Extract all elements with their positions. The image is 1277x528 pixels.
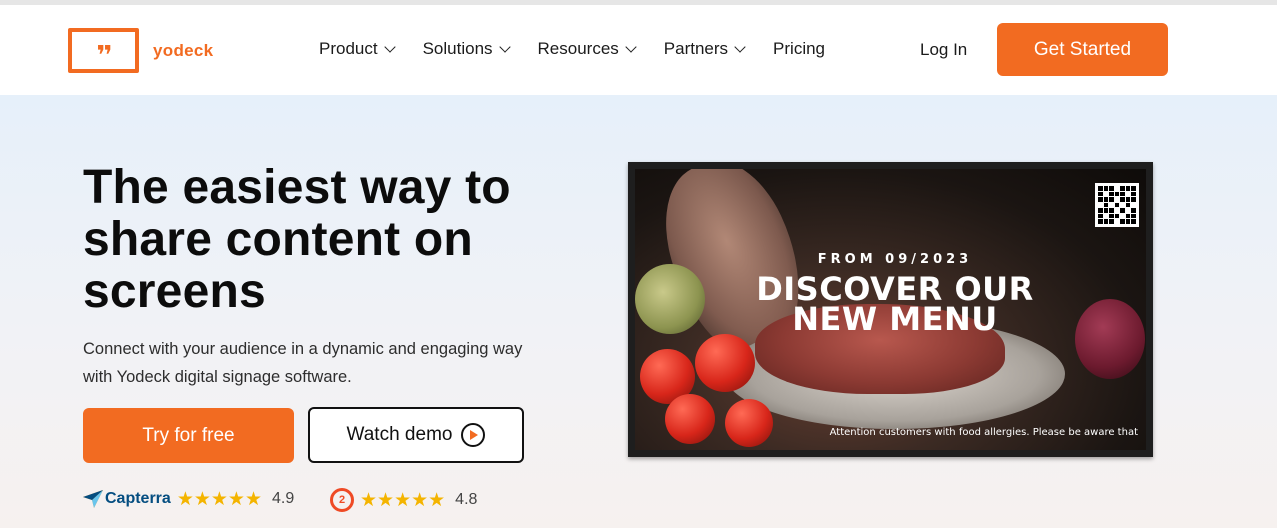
watch-demo-label: Watch demo [346,424,453,445]
menu-promo-image: FROM 09/2023 DISCOVER OUR NEW MENU Atten… [635,169,1146,450]
qr-code-icon [1095,183,1139,227]
yodeck-logo[interactable]: ❜❜ yodeck [68,28,213,73]
chevron-down-icon [625,40,637,53]
nav-item-label: Product [319,39,378,58]
chevron-down-icon [498,40,511,53]
nav-item-product[interactable]: Product [319,39,396,59]
main-nav: Product Solutions Resources Partners Pri… [319,39,854,59]
capterra-logo-icon [83,490,103,508]
g2-logo-icon: 2 [330,488,354,512]
watch-demo-button[interactable]: Watch demo [308,407,524,463]
hero-headline: The easiest way to share content on scre… [83,161,511,318]
nav-item-label: Solutions [422,39,493,58]
rating-stars: ★★★★★ [360,489,446,511]
get-started-button[interactable]: Get Started [997,23,1168,76]
nav-item-resources[interactable]: Resources [537,39,637,59]
chevron-down-icon [383,40,396,53]
quote-icon: ❜❜ [68,28,139,73]
promo-ticker: Attention customers with food allergies.… [829,427,1138,438]
login-link[interactable]: Log In [920,40,967,60]
signage-preview-screen: FROM 09/2023 DISCOVER OUR NEW MENU Atten… [628,162,1153,457]
try-for-free-button[interactable]: Try for free [83,408,294,463]
rating-score: 4.8 [455,491,478,508]
hero-subtitle: Connect with your audience in a dynamic … [83,340,523,386]
nav-item-solutions[interactable]: Solutions [422,39,511,59]
promo-title-line2: NEW MENU [792,300,998,338]
tomato-shape [695,334,755,392]
capterra-rating[interactable]: Capterra ★★★★★ 4.9 [83,488,294,510]
promo-date: FROM 09/2023 [817,252,973,267]
nav-item-partners[interactable]: Partners [663,39,746,59]
promo-title: DISCOVER OUR NEW MENU [635,273,1146,338]
chevron-down-icon [734,40,746,53]
logo-text: yodeck [153,40,214,60]
rating-stars: ★★★★★ [176,488,262,510]
site-header: ❜❜ yodeck Product Solutions Resources Pa… [0,5,1277,95]
nav-item-label: Partners [663,39,729,58]
rating-score: 4.9 [271,490,295,507]
nav-item-pricing[interactable]: Pricing [773,39,825,59]
play-icon [461,423,486,447]
capterra-label: Capterra [105,490,171,507]
tomato-shape [725,399,773,447]
g2-rating[interactable]: 2 ★★★★★ 4.8 [330,488,477,512]
nav-item-label: Resources [537,39,619,58]
tomato-shape [665,394,715,444]
nav-item-label: Pricing [773,39,826,58]
